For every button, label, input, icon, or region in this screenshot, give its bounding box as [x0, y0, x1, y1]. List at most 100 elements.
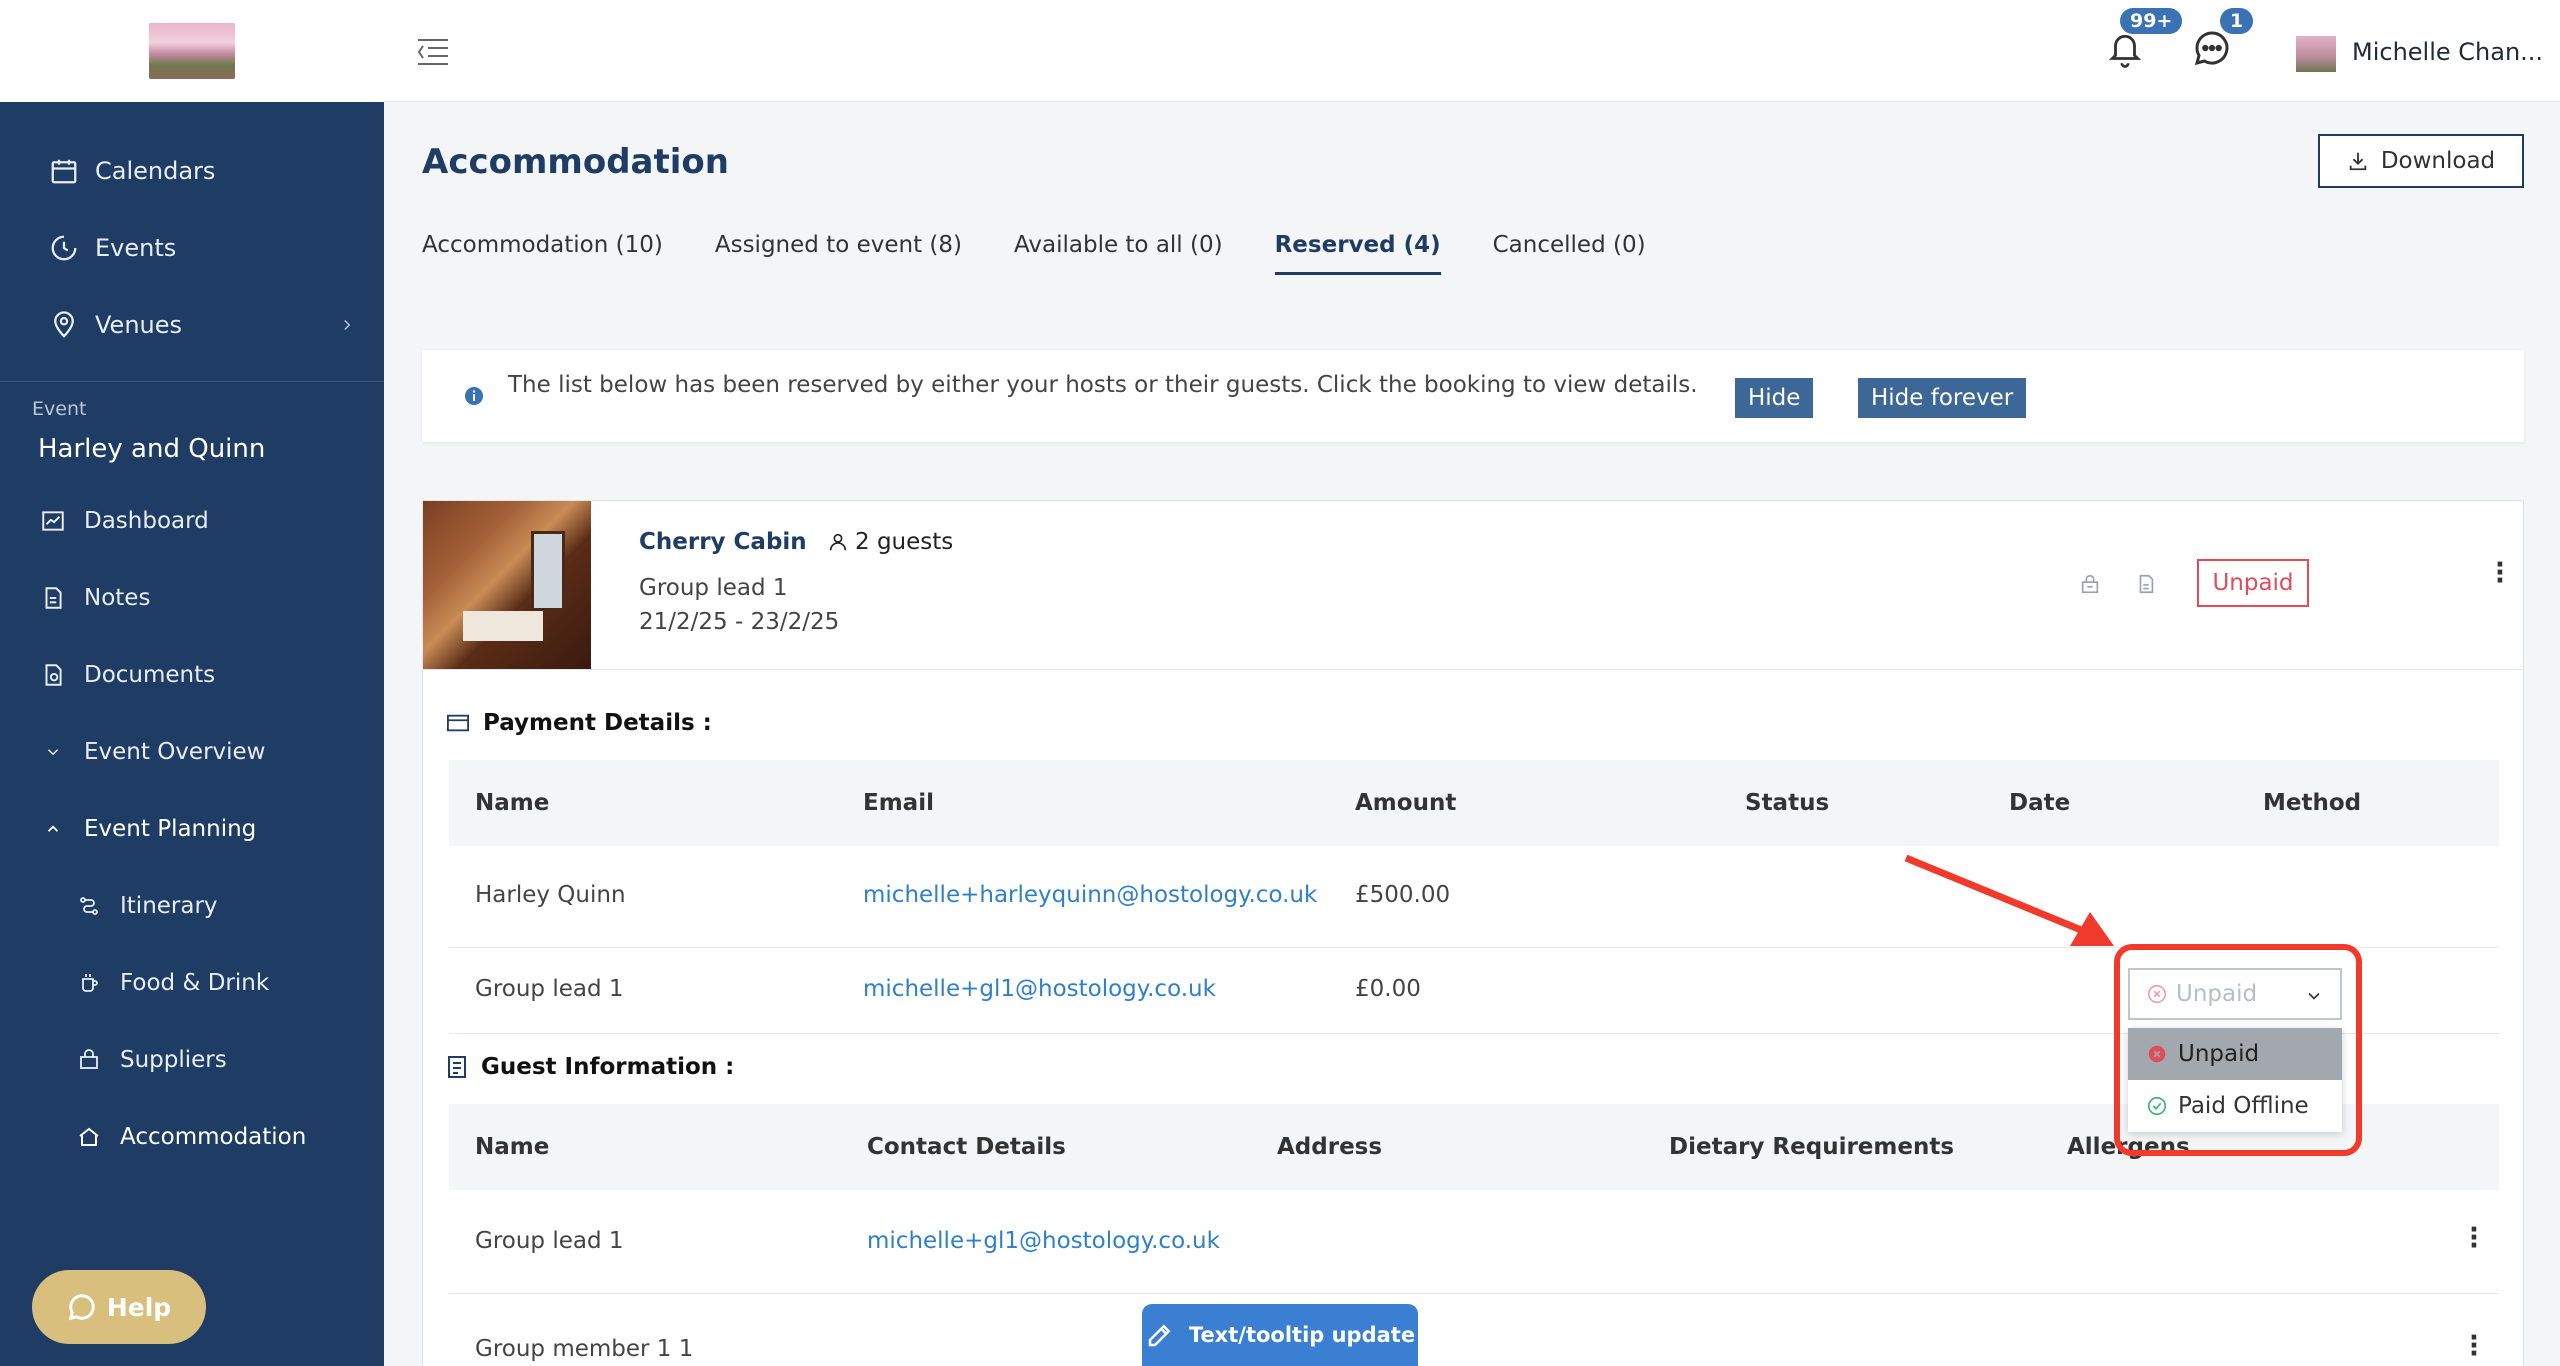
documents-icon	[36, 658, 70, 692]
nav-food-drink[interactable]: Food & Drink	[0, 944, 384, 1021]
payer-name: Harley Quinn	[475, 882, 626, 908]
nav-accommodation-label: Accommodation	[120, 1123, 307, 1150]
nav-itinerary-label: Itinerary	[120, 892, 218, 919]
logo[interactable]	[149, 23, 235, 79]
more-options-icon[interactable]: · · ·	[2469, 1217, 2479, 1259]
info-text: The list below has been reserved by eith…	[508, 372, 1698, 398]
cabin-window	[531, 531, 565, 611]
col-name: Name	[475, 790, 550, 816]
document-icon[interactable]	[2135, 573, 2157, 599]
collapse-menu-icon[interactable]	[416, 36, 450, 70]
red-arrow-annotation	[1904, 854, 2114, 946]
dashboard-icon	[36, 504, 70, 538]
messages-icon[interactable]	[2192, 28, 2232, 72]
nav-events[interactable]: Events	[0, 209, 384, 286]
nav-event-overview-label: Event Overview	[84, 738, 266, 765]
itinerary-icon	[72, 889, 106, 923]
tab-accommodation[interactable]: Accommodation (10)	[422, 232, 663, 275]
highlight-box	[2114, 944, 2362, 1156]
tabs: Accommodation (10) Assigned to event (8)…	[422, 232, 1646, 275]
nav-events-label: Events	[95, 233, 177, 262]
guests-count: 2 guests	[827, 529, 953, 555]
event-nav: Dashboard Notes Documents Event Overview…	[0, 482, 384, 867]
hide-forever-button[interactable]: Hide forever	[1858, 378, 2027, 418]
more-options-icon[interactable]: · · ·	[2469, 1325, 2479, 1366]
tab-assigned-to-event[interactable]: Assigned to event (8)	[715, 232, 962, 275]
col-email: Email	[863, 790, 934, 816]
nav-event-planning[interactable]: Event Planning	[0, 790, 384, 867]
status-badge: Unpaid	[2197, 559, 2309, 607]
booking-card[interactable]: Cherry Cabin 2 guests Group lead 1 21/2/…	[422, 500, 2524, 670]
table-row[interactable]: Group lead 1 michelle+gl1@hostology.co.u…	[449, 1190, 2499, 1294]
tab-reserved[interactable]: Reserved (4)	[1274, 232, 1441, 275]
nav-calendars[interactable]: Calendars	[0, 132, 384, 209]
events-icon	[47, 231, 81, 265]
payer-name: Group lead 1	[475, 976, 624, 1002]
nav-event-overview[interactable]: Event Overview	[0, 713, 384, 790]
card-icon	[447, 714, 469, 732]
nav-notes-label: Notes	[84, 584, 151, 611]
user-name[interactable]: Michelle Chan...	[2352, 38, 2543, 66]
guest-information-title: Guest Information :	[447, 1054, 734, 1080]
suppliers-icon	[72, 1043, 106, 1077]
notifications-bell-icon[interactable]	[2106, 28, 2144, 74]
planning-nav: Itinerary Food & Drink Suppliers Accommo…	[0, 867, 384, 1175]
col-contact: Contact Details	[867, 1134, 1066, 1160]
nav-itinerary[interactable]: Itinerary	[0, 867, 384, 944]
hide-button[interactable]: Hide	[1735, 378, 1814, 418]
help-label: Help	[106, 1292, 172, 1322]
nav-notes[interactable]: Notes	[0, 559, 384, 636]
col-status: Status	[1745, 790, 1830, 816]
nav-suppliers[interactable]: Suppliers	[0, 1021, 384, 1098]
nav-dashboard[interactable]: Dashboard	[0, 482, 384, 559]
guest-name: Group member 1 1	[475, 1336, 694, 1362]
info-banner: The list below has been reserved by eith…	[422, 350, 2524, 442]
lock-icon[interactable]	[2079, 573, 2101, 599]
table-row[interactable]: Group member 1 1 · · ·	[449, 1294, 2499, 1366]
group-lead: Group lead 1	[639, 575, 788, 601]
main-content: Accommodation Download Accommodation (10…	[384, 102, 2560, 1366]
chat-bubble-icon	[68, 1294, 95, 1321]
messages-badge: 1	[2220, 8, 2254, 34]
booking-dates: 21/2/25 - 23/2/25	[639, 609, 840, 635]
guests-label: 2 guests	[855, 529, 954, 555]
page-title: Accommodation	[422, 142, 729, 182]
chevron-up-icon	[36, 812, 70, 846]
nav-accommodation[interactable]: Accommodation	[0, 1098, 384, 1175]
cabin-name[interactable]: Cherry Cabin	[639, 529, 807, 555]
col-dietary: Dietary Requirements	[1669, 1134, 1955, 1160]
nav-suppliers-label: Suppliers	[120, 1046, 227, 1073]
chevron-down-icon	[36, 735, 70, 769]
guest-information-label: Guest Information :	[481, 1054, 735, 1080]
person-icon	[829, 533, 847, 551]
guest-name: Group lead 1	[475, 1228, 624, 1254]
table-row[interactable]: Harley Quinn michelle+harleyquinn@hostol…	[449, 846, 2499, 948]
event-name: Harley and Quinn	[38, 434, 266, 464]
payment-table-header: Name Email Amount Status Date Method	[449, 760, 2499, 846]
chevron-right-icon	[338, 312, 356, 340]
download-button[interactable]: Download	[2318, 134, 2524, 188]
more-options-icon[interactable]: · · ·	[2495, 552, 2505, 594]
nav-documents-label: Documents	[84, 661, 216, 688]
payer-email[interactable]: michelle+gl1@hostology.co.uk	[863, 976, 1216, 1002]
text-tooltip-update-button[interactable]: Text/tooltip update	[1142, 1304, 1418, 1366]
payment-details-label: Payment Details :	[483, 710, 712, 736]
location-pin-icon	[47, 308, 81, 342]
nav-event-planning-label: Event Planning	[84, 815, 257, 842]
nav-dashboard-label: Dashboard	[84, 507, 209, 534]
help-button[interactable]: Help	[32, 1270, 206, 1344]
download-icon	[2349, 152, 2367, 171]
nav-calendars-label: Calendars	[95, 156, 216, 185]
guest-contact[interactable]: michelle+gl1@hostology.co.uk	[867, 1228, 1220, 1254]
topbar: 99+ 1 Michelle Chan...	[384, 0, 2560, 102]
payment-details-title: Payment Details :	[447, 710, 712, 736]
tab-available-to-all[interactable]: Available to all (0)	[1014, 232, 1223, 275]
nav-documents[interactable]: Documents	[0, 636, 384, 713]
payer-email[interactable]: michelle+harleyquinn@hostology.co.uk	[863, 882, 1317, 908]
cabin-bed	[463, 611, 543, 641]
cabin-photo	[423, 501, 591, 669]
avatar[interactable]	[2296, 36, 2336, 72]
nav-venues[interactable]: Venues	[0, 286, 384, 363]
toast-label: Text/tooltip update	[1188, 1323, 1416, 1347]
tab-cancelled[interactable]: Cancelled (0)	[1493, 232, 1646, 275]
